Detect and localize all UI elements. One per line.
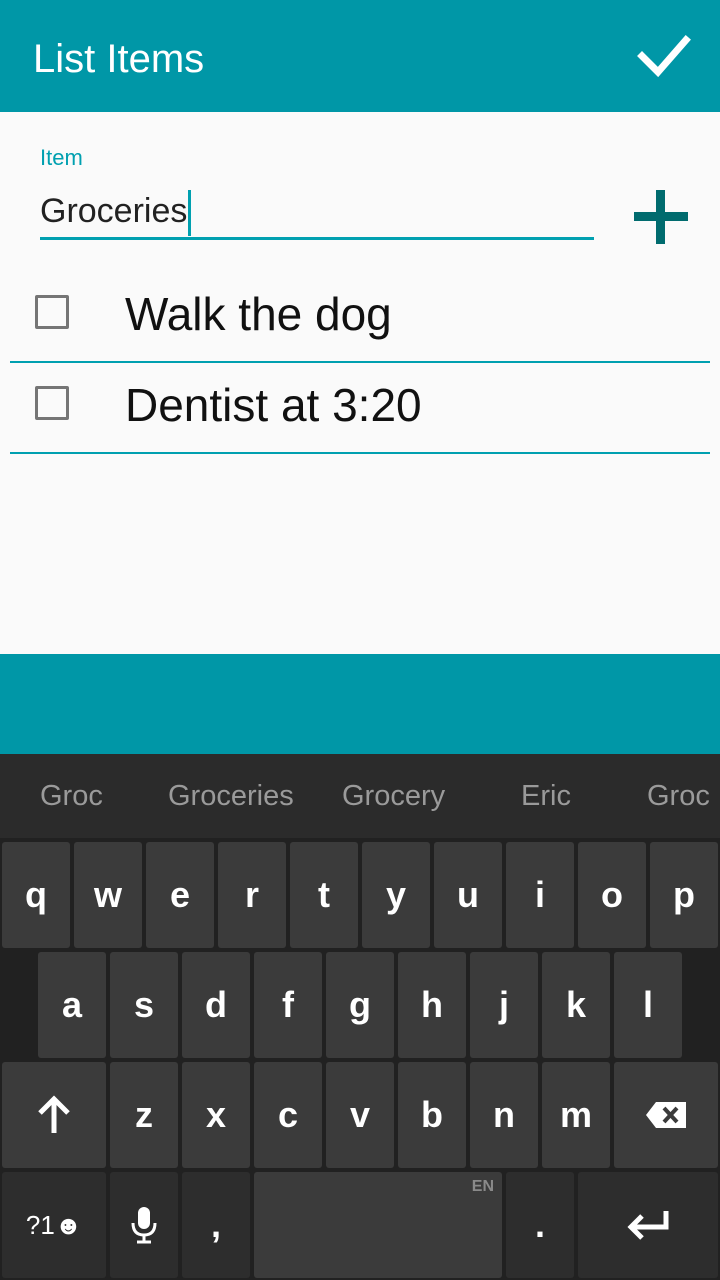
key-d[interactable]: d bbox=[182, 952, 250, 1058]
suggestion[interactable]: Eric bbox=[521, 778, 571, 814]
item-checkbox[interactable] bbox=[35, 386, 69, 420]
key-v[interactable]: v bbox=[326, 1062, 394, 1168]
suggestion[interactable]: Groc bbox=[647, 778, 710, 814]
key-a[interactable]: a bbox=[38, 952, 106, 1058]
key-b[interactable]: b bbox=[398, 1062, 466, 1168]
text-cursor bbox=[188, 190, 192, 237]
suggestion[interactable]: Grocery bbox=[342, 778, 445, 814]
key-p[interactable]: p bbox=[650, 842, 718, 948]
shift-key[interactable] bbox=[2, 1062, 106, 1168]
key-l[interactable]: l bbox=[614, 952, 682, 1058]
key-g[interactable]: g bbox=[326, 952, 394, 1058]
key-h[interactable]: h bbox=[398, 952, 466, 1058]
key-x[interactable]: x bbox=[182, 1062, 250, 1168]
key-k[interactable]: k bbox=[542, 952, 610, 1058]
item-input[interactable]: Groceries bbox=[40, 182, 594, 240]
bottom-bar bbox=[0, 654, 720, 754]
symbols-key[interactable]: ?1☻ bbox=[2, 1172, 106, 1278]
voice-input-key[interactable] bbox=[110, 1172, 178, 1278]
key-q[interactable]: q bbox=[2, 842, 70, 948]
checkmark-icon bbox=[637, 35, 691, 78]
key-f[interactable]: f bbox=[254, 952, 322, 1058]
list-item: Walk the dog bbox=[10, 275, 710, 363]
list-item: Dentist at 3:20 bbox=[10, 366, 710, 454]
key-e[interactable]: e bbox=[146, 842, 214, 948]
app-bar: List Items bbox=[0, 0, 720, 112]
language-label: EN bbox=[471, 1178, 494, 1195]
suggestion[interactable]: Groceries bbox=[168, 778, 294, 814]
soft-keyboard: Groc Groceries Grocery Eric Groc q w e r… bbox=[0, 754, 720, 1280]
list-item-text: Walk the dog bbox=[125, 288, 392, 340]
add-item-button[interactable] bbox=[634, 190, 688, 244]
item-checkbox[interactable] bbox=[35, 295, 69, 329]
space-key[interactable]: EN bbox=[254, 1172, 502, 1278]
item-field-label: Item bbox=[40, 145, 83, 170]
backspace-key[interactable] bbox=[614, 1062, 718, 1168]
backspace-icon bbox=[646, 1102, 686, 1128]
key-i[interactable]: i bbox=[506, 842, 574, 948]
key-c[interactable]: c bbox=[254, 1062, 322, 1168]
suggestion[interactable]: Groc bbox=[40, 778, 103, 814]
period-key[interactable]: . bbox=[506, 1172, 574, 1278]
key-m[interactable]: m bbox=[542, 1062, 610, 1168]
key-j[interactable]: j bbox=[470, 952, 538, 1058]
key-y[interactable]: y bbox=[362, 842, 430, 948]
save-check-button[interactable] bbox=[634, 28, 694, 84]
key-n[interactable]: n bbox=[470, 1062, 538, 1168]
item-input-value: Groceries bbox=[40, 192, 188, 230]
key-z[interactable]: z bbox=[110, 1062, 178, 1168]
key-r[interactable]: r bbox=[218, 842, 286, 948]
suggestion-strip: Groc Groceries Grocery Eric Groc bbox=[0, 754, 720, 838]
enter-key[interactable] bbox=[578, 1172, 718, 1278]
key-o[interactable]: o bbox=[578, 842, 646, 948]
list-item-text: Dentist at 3:20 bbox=[125, 379, 422, 431]
key-u[interactable]: u bbox=[434, 842, 502, 948]
key-s[interactable]: s bbox=[110, 952, 178, 1058]
shift-arrow-icon bbox=[38, 1095, 70, 1133]
key-w[interactable]: w bbox=[74, 842, 142, 948]
key-t[interactable]: t bbox=[290, 842, 358, 948]
content-area: Item Groceries Walk the dog Dentist at 3… bbox=[0, 112, 720, 654]
enter-arrow-icon bbox=[627, 1211, 669, 1240]
comma-key[interactable]: , bbox=[182, 1172, 250, 1278]
microphone-icon bbox=[131, 1207, 157, 1244]
page-title: List Items bbox=[33, 37, 205, 81]
